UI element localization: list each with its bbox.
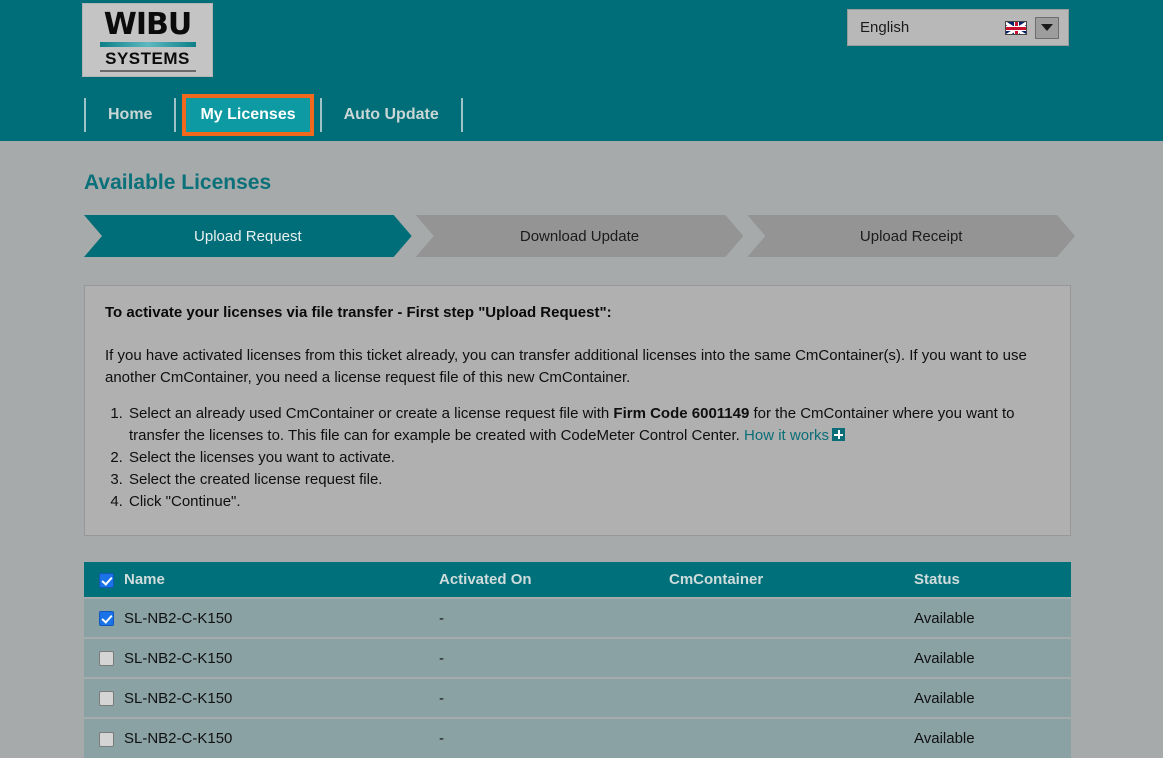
uk-flag-icon (1005, 21, 1027, 35)
logo-wordmark: WIBU (104, 10, 191, 41)
select-all-header-cell (84, 562, 124, 598)
cell-cmcontainer (669, 718, 914, 758)
row-select-cell (84, 598, 124, 638)
cell-cmcontainer (669, 678, 914, 718)
row-checkbox[interactable] (99, 732, 114, 747)
chevron-down-icon[interactable] (1035, 17, 1059, 39)
progress-steps: Upload Request Download Update Upload Re… (84, 215, 1079, 257)
nav-separator (461, 98, 463, 132)
column-header-status[interactable]: Status (914, 562, 1071, 598)
table-row[interactable]: SL-NB2-C-K150 - Available (84, 638, 1071, 678)
cell-activated-on: - (439, 598, 669, 638)
instruction-step-1-text-a: Select an already used CmContainer or cr… (129, 405, 613, 422)
cell-name: SL-NB2-C-K150 (124, 598, 439, 638)
instruction-step-3: Select the created license request file. (127, 469, 1050, 491)
instructions-panel: To activate your licenses via file trans… (84, 285, 1071, 536)
cell-name: SL-NB2-C-K150 (124, 718, 439, 758)
select-all-checkbox[interactable] (99, 573, 114, 588)
row-select-cell (84, 678, 124, 718)
step-download-update[interactable]: Download Update (416, 215, 744, 257)
row-select-cell (84, 718, 124, 758)
cell-cmcontainer (669, 598, 914, 638)
cell-name: SL-NB2-C-K150 (124, 638, 439, 678)
cell-cmcontainer (669, 638, 914, 678)
instruction-step-4: Click "Continue". (127, 491, 1050, 513)
firm-code-value: Firm Code 6001149 (613, 405, 749, 422)
row-select-cell (84, 638, 124, 678)
licenses-table-body: SL-NB2-C-K150 - Available SL-NB2-C-K150 … (84, 598, 1071, 758)
nav-separator (174, 98, 176, 132)
cell-status: Available (914, 678, 1071, 718)
page-content: Available Licenses Upload Request Downlo… (0, 141, 1163, 758)
language-selected-label: English (860, 19, 1005, 36)
cell-status: Available (914, 598, 1071, 638)
wibu-systems-logo: WIBU SYSTEMS (82, 3, 213, 77)
instruction-step-1: Select an already used CmContainer or cr… (127, 403, 1050, 447)
cell-activated-on: - (439, 718, 669, 758)
step-upload-receipt[interactable]: Upload Receipt (747, 215, 1075, 257)
main-navigation: Home My Licenses Auto Update (84, 95, 463, 135)
column-header-name[interactable]: Name (124, 562, 439, 598)
site-header: WIBU SYSTEMS English Home My Licenses Au… (0, 0, 1163, 141)
table-row[interactable]: SL-NB2-C-K150 - Available (84, 718, 1071, 758)
column-header-activated-on[interactable]: Activated On (439, 562, 669, 598)
logo-gradient-rule (100, 42, 196, 47)
table-header-row: Name Activated On CmContainer Status (84, 562, 1071, 598)
licenses-table: Name Activated On CmContainer Status SL-… (84, 562, 1071, 758)
column-header-cmcontainer[interactable]: CmContainer (669, 562, 914, 598)
cell-name: SL-NB2-C-K150 (124, 678, 439, 718)
table-row[interactable]: SL-NB2-C-K150 - Available (84, 598, 1071, 638)
logo-subtitle: SYSTEMS (105, 50, 190, 67)
how-it-works-link[interactable]: How it works (744, 427, 829, 444)
cell-status: Available (914, 718, 1071, 758)
nav-item-auto-update[interactable]: Auto Update (322, 95, 461, 135)
instructions-title: To activate your licenses via file trans… (105, 304, 1050, 321)
instructions-step-list: Select an already used CmContainer or cr… (105, 403, 1050, 513)
logo-underline (100, 70, 196, 72)
cell-activated-on: - (439, 638, 669, 678)
page-title: Available Licenses (84, 141, 1079, 215)
row-checkbox[interactable] (99, 651, 114, 666)
cell-status: Available (914, 638, 1071, 678)
language-selector[interactable]: English (847, 9, 1069, 46)
nav-item-home[interactable]: Home (86, 95, 174, 135)
instruction-step-2: Select the licenses you want to activate… (127, 447, 1050, 469)
cell-activated-on: - (439, 678, 669, 718)
nav-item-my-licenses[interactable]: My Licenses (182, 94, 313, 136)
plus-icon[interactable] (832, 428, 845, 441)
row-checkbox[interactable] (99, 611, 114, 626)
licenses-table-header: Name Activated On CmContainer Status (84, 562, 1071, 598)
instructions-paragraph: If you have activated licenses from this… (105, 345, 1050, 389)
row-checkbox[interactable] (99, 691, 114, 706)
table-row[interactable]: SL-NB2-C-K150 - Available (84, 678, 1071, 718)
step-upload-request[interactable]: Upload Request (84, 215, 412, 257)
